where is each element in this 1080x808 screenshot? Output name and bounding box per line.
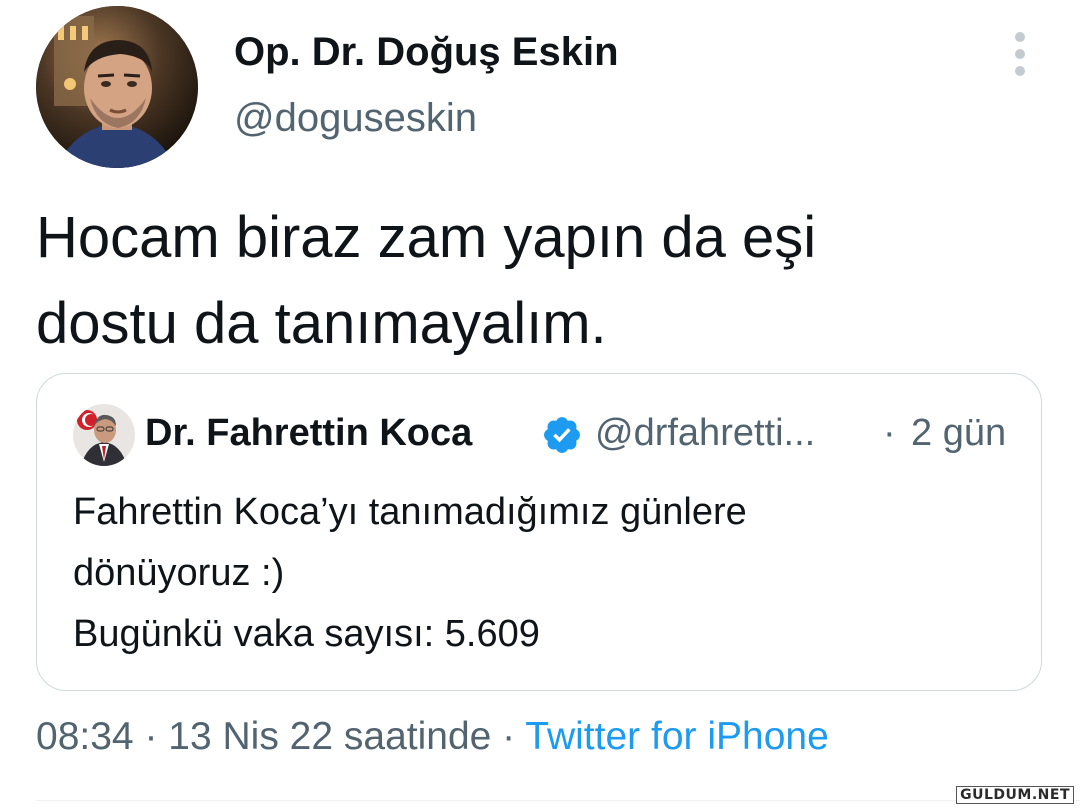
- quoted-author-name[interactable]: Dr. Fahrettin Koca: [145, 412, 472, 455]
- author-name[interactable]: Op. Dr. Doğuş Eskin: [234, 30, 619, 75]
- more-options-button[interactable]: [1000, 28, 1040, 80]
- tweet-meta: 08:34 · 13 Nis 22 saatinde · Twitter for…: [36, 715, 829, 759]
- author-handle[interactable]: @doguseskin: [234, 96, 477, 141]
- more-vertical-icon: [1015, 32, 1025, 76]
- tweet-time[interactable]: 08:34: [36, 715, 134, 758]
- author-avatar[interactable]: [36, 6, 198, 168]
- tweet-text: Hocam biraz zam yapın da eşi dostu da ta…: [36, 195, 1036, 367]
- separator-dot: ·: [883, 412, 896, 454]
- verified-badge-icon: [541, 414, 583, 456]
- divider: [36, 800, 1080, 801]
- tweet-date[interactable]: 13 Nis 22 saatinde: [168, 715, 491, 758]
- tweet-source-link[interactable]: Twitter for iPhone: [525, 715, 828, 758]
- quoted-tweet-card[interactable]: Dr. Fahrettin Koca @drfahretti... · 2 gü…: [36, 373, 1042, 691]
- meta-separator: ·: [133, 715, 169, 758]
- quoted-text-line: Fahrettin Koca’yı tanımadığımız günlere: [73, 491, 747, 533]
- quoted-author-handle[interactable]: @drfahretti...: [595, 412, 815, 455]
- tweet-text-line: Hocam biraz zam yapın da eşi: [36, 205, 817, 270]
- quoted-text-line: dönüyoruz :): [73, 552, 285, 594]
- watermark: GULDUM.NET: [956, 786, 1074, 804]
- quoted-tweet-text: Fahrettin Koca’yı tanımadığımız günlere …: [73, 482, 747, 665]
- quoted-author-avatar-photo: [73, 404, 135, 466]
- quoted-author-avatar[interactable]: [73, 404, 135, 466]
- author-avatar-photo: [36, 6, 198, 168]
- quoted-text-line: Bugünkü vaka sayısı: 5.609: [73, 613, 540, 655]
- meta-separator: ·: [491, 715, 526, 758]
- tweet-text-line: dostu da tanımayalım.: [36, 291, 607, 356]
- quoted-tweet-time[interactable]: 2 gün: [911, 412, 1006, 455]
